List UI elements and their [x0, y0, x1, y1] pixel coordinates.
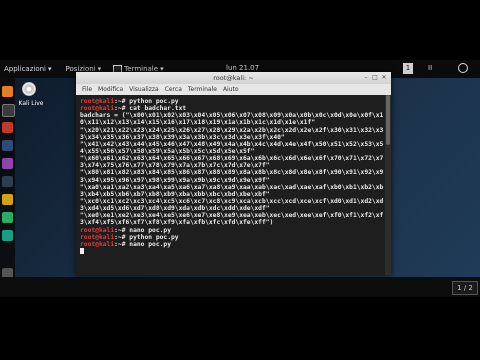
kali-disc-label: Kali Live: [18, 100, 44, 107]
terminal-text: "\xe0\xe1\xe2\xe3\xe4\xe5\xe6\xe7\xe8\xe…: [80, 212, 384, 220]
menu-file[interactable]: File: [82, 86, 92, 93]
terminal-dock-icon[interactable]: [2, 104, 15, 117]
terminal-text: badchars = ("\x00\x01\x02\x03\x04\x05\x0…: [80, 112, 384, 120]
menu-terminal[interactable]: Terminale: [188, 86, 217, 93]
workspace-badge[interactable]: 1: [403, 63, 413, 74]
maximize-icon[interactable]: □: [372, 75, 378, 81]
menu-view[interactable]: Visualizza: [129, 86, 159, 93]
terminal-line: root@kali:~# nano poc.py: [80, 227, 385, 234]
letterbox-bottom: [0, 297, 480, 360]
shell-prompt: root@kali: [80, 226, 115, 234]
terminal-line: "\x60\x61\x62\x63\x64\x65\x66\x67\x68\x6…: [80, 155, 385, 162]
shell-prompt: root@kali: [80, 233, 115, 241]
terminal-line: 3\xf4\xf5\xf6\xf7\xf8\xf9\xfa\xfb\xfc\xf…: [80, 219, 385, 226]
applications-label: Applicazioni: [4, 65, 46, 73]
armitage-icon[interactable]: [2, 140, 13, 151]
metasploit-icon[interactable]: [2, 122, 13, 133]
terminal-text: 3\x34\x35\x36\x37\x38\x39\x3a\x3b\x3c\x3…: [80, 133, 285, 141]
terminal-line: 3\xd4\xd5\xd6\xd7\xd8\xd9\xda\xdb\xdc\xd…: [80, 205, 385, 212]
terminal-output[interactable]: root@kali:~# python poc.py root@kali:~# c…: [76, 95, 385, 275]
terminal-line: root@kali:~# cat badchar.txt: [80, 105, 385, 112]
terminal-text: 3\x94\x95\x96\x97\x98\x99\x9a\x9b\x9c\x9…: [80, 176, 270, 184]
terminal-text: :~# cat badchar.txt: [114, 105, 187, 113]
menu-help[interactable]: Aiuto: [223, 86, 239, 93]
dock: [0, 78, 15, 297]
scrollbar-thumb[interactable]: [386, 95, 390, 145]
terminal-text: "\xc0\xc1\xc2\xc3\xc4\xc5\xc6\xc7\xc8\xc…: [80, 197, 384, 205]
terminal-line: "\x20\x21\x22\x23\x24\x25\x26\x27\x28\x2…: [80, 127, 385, 134]
terminal-line: root@kali:~# nano poc.py: [80, 241, 385, 248]
terminal-text: 0\x11\x12\x13\x14\x15\x16\x17\x18\x19\x1…: [80, 119, 316, 127]
terminal-line: 4\x55\x56\x57\x58\x59\x5a\x5b\x5c\x5d\x5…: [80, 148, 385, 155]
terminal-cursor: [80, 247, 84, 254]
burp-icon[interactable]: [2, 158, 13, 169]
firefox-icon[interactable]: [2, 86, 13, 97]
terminal-text: 3\xf4\xf5\xf6\xf7\xf8\xf9\xfa\xfb\xfc\xf…: [80, 219, 274, 227]
desktop: Applicazioni ▾ Posizioni ▾ Terminale ▾ l…: [0, 60, 480, 297]
bottom-panel: [0, 277, 480, 297]
shell-prompt: root@kali: [80, 98, 115, 105]
shell-prompt: root@kali: [80, 240, 115, 248]
terminal-text: 3\xd4\xd5\xd6\xd7\xd8\xd9\xda\xdb\xdc\xd…: [80, 205, 270, 213]
minimize-icon[interactable]: –: [363, 75, 369, 81]
terminal-text: :~# python poc.py: [114, 233, 179, 241]
terminal-line: [80, 247, 385, 255]
files-icon[interactable]: [2, 230, 13, 241]
terminal-text: "\xa0\xa1\xa2\xa3\xa4\xa5\xa6\xa7\xa8\xa…: [80, 183, 384, 191]
shell-prompt: root@kali: [80, 105, 115, 113]
terminal-line: "\xc0\xc1\xc2\xc3\xc4\xc5\xc6\xc7\xc8\xc…: [80, 198, 385, 205]
chevron-down-icon: ▾: [48, 65, 52, 73]
terminal-text: "\x80\x81\x82\x83\x84\x85\x86\x87\x88\x8…: [80, 169, 384, 177]
power-icon[interactable]: [458, 63, 468, 73]
close-icon[interactable]: ✕: [381, 75, 387, 81]
terminal-lines: root@kali:~# python poc.py root@kali:~# c…: [76, 95, 385, 255]
terminal-line: "\xa0\xa1\xa2\xa3\xa4\xa5\xa6\xa7\xa8\xa…: [80, 184, 385, 191]
terminal-text: "\x20\x21\x22\x23\x24\x25\x26\x27\x28\x2…: [80, 126, 384, 134]
window-title: root@kali: ~: [213, 74, 254, 82]
terminal-line: "\xe0\xe1\xe2\xe3\xe4\xe5\xe6\xe7\xe8\xe…: [80, 212, 385, 219]
leafpad-icon[interactable]: [2, 212, 13, 223]
terminal-line: 3\x74\x75\x76\x77\x78\x79\x7a\x7b\x7c\x7…: [80, 162, 385, 169]
kali-disc-icon[interactable]: [22, 82, 36, 96]
terminal-line: "\x41\x42\x43\x44\x45\x46\x47\x48\x49\x4…: [80, 141, 385, 148]
workspace-switcher[interactable]: 1 / 2: [452, 281, 478, 295]
input-indicator[interactable]: II: [428, 64, 432, 72]
window-titlebar[interactable]: root@kali: ~ – □ ✕: [76, 72, 391, 84]
terminal-text: 3\x74\x75\x76\x77\x78\x79\x7a\x7b\x7c\x7…: [80, 162, 270, 170]
menu-edit[interactable]: Modifica: [98, 86, 123, 93]
applications-menu[interactable]: Applicazioni ▾: [4, 65, 52, 73]
letterbox-top: [0, 0, 480, 60]
terminal-text: 4\x55\x56\x57\x58\x59\x5a\x5b\x5c\x5d\x5…: [80, 147, 255, 155]
maltego-icon[interactable]: [2, 194, 13, 205]
terminal-text: :~# nano poc.py: [114, 240, 171, 248]
terminal-line: 0\x11\x12\x13\x14\x15\x16\x17\x18\x19\x1…: [80, 119, 385, 126]
menu-search[interactable]: Cerca: [165, 86, 182, 93]
terminal-line: badchars = ("\x00\x01\x02\x03\x04\x05\x0…: [80, 112, 385, 119]
terminal-text: 3\xb4\xb5\xb6\xb7\xb8\xb9\xba\xbb\xbc\xb…: [80, 190, 270, 198]
clock[interactable]: lun 21.07: [226, 64, 259, 72]
terminal-line: 3\xb4\xb5\xb6\xb7\xb8\xb9\xba\xbb\xbc\xb…: [80, 191, 385, 198]
terminal-window: root@kali: ~ – □ ✕ File Modifica Visuali…: [76, 72, 391, 275]
terminal-line: "\x80\x81\x82\x83\x84\x85\x86\x87\x88\x8…: [80, 169, 385, 176]
terminal-line: root@kali:~# python poc.py: [80, 234, 385, 241]
terminal-text: "\x41\x42\x43\x44\x45\x46\x47\x48\x49\x4…: [80, 140, 384, 148]
terminal-line: 3\x34\x35\x36\x37\x38\x39\x3a\x3b\x3c\x3…: [80, 134, 385, 141]
faraday-icon[interactable]: [2, 176, 13, 187]
terminal-text: :~# nano poc.py: [114, 226, 171, 234]
scrollbar[interactable]: [385, 95, 391, 275]
terminal-line: 3\x94\x95\x96\x97\x98\x99\x9a\x9b\x9c\x9…: [80, 177, 385, 184]
terminal-text: "\x60\x61\x62\x63\x64\x65\x66\x67\x68\x6…: [80, 155, 384, 163]
terminal-text: :~# python poc.py: [114, 98, 179, 105]
